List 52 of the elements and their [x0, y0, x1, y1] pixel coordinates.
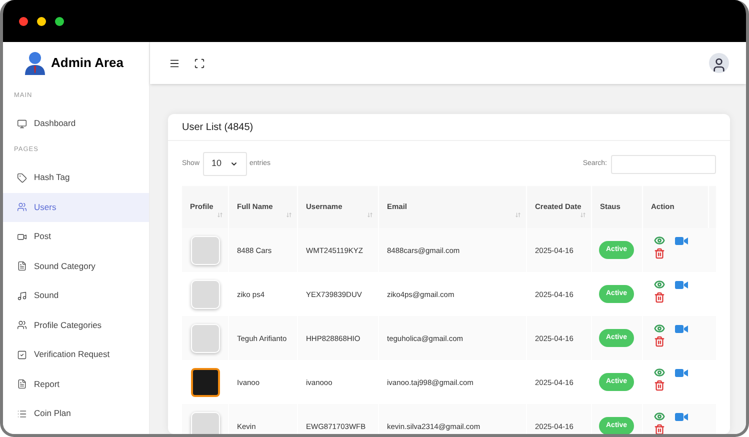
delete-icon[interactable] [654, 248, 665, 259]
video-camera-icon[interactable] [675, 368, 688, 378]
sidebar-item[interactable]: Coin Plan [3, 399, 149, 428]
sidebar-item[interactable]: Verification Request [3, 340, 149, 370]
maximize-icon[interactable] [55, 16, 64, 26]
view-icon[interactable] [654, 235, 665, 246]
view-icon[interactable] [654, 367, 665, 378]
checkbox-icon [17, 350, 27, 360]
user-icon [25, 51, 45, 75]
list-icon [17, 408, 27, 419]
menu-icon[interactable] [169, 58, 180, 68]
tag-icon [17, 172, 27, 183]
sidebar-item[interactable]: Profile Categories [3, 310, 149, 340]
delete-icon[interactable] [654, 380, 665, 391]
brand-title: Admin Area [51, 54, 124, 72]
fullscreen-icon[interactable] [194, 58, 205, 68]
avatar[interactable] [709, 53, 729, 73]
video-camera-icon[interactable] [675, 236, 688, 246]
photo-placeholder [190, 368, 220, 396]
chevron-down-icon [230, 160, 238, 168]
users-icon [17, 202, 27, 212]
person-icon [711, 57, 727, 73]
view-icon[interactable] [654, 323, 665, 334]
delete-icon[interactable] [654, 292, 665, 303]
no-image-placeholder [190, 280, 220, 308]
sidebar-item[interactable]: Sound [3, 281, 149, 310]
sidebar-item[interactable]: Post [3, 222, 149, 252]
sidebar-item[interactable]: Dashboard [3, 108, 149, 138]
users-icon [17, 320, 27, 330]
close-icon[interactable] [19, 16, 28, 26]
sidebar-item[interactable]: Users [3, 192, 149, 222]
entries-select[interactable]: 10 [202, 152, 247, 176]
view-icon[interactable] [654, 279, 665, 290]
video-camera-icon[interactable] [675, 412, 688, 422]
document-icon [17, 261, 27, 272]
sidebar-item[interactable]: Report [3, 370, 149, 399]
delete-icon[interactable] [654, 424, 665, 434]
card-title: User List (4845) [168, 114, 730, 141]
music-icon [17, 290, 27, 301]
video-icon [17, 232, 27, 242]
search-field[interactable] [611, 154, 716, 174]
no-image-placeholder [190, 236, 220, 264]
document-icon [17, 379, 27, 390]
video-camera-icon[interactable] [675, 280, 688, 290]
sidebar-item[interactable]: Hash Tag [3, 163, 149, 192]
monitor-icon [17, 118, 27, 128]
minimize-icon[interactable] [37, 16, 46, 26]
no-image-placeholder [190, 324, 220, 352]
sidebar-item[interactable]: Sound Category [3, 252, 149, 281]
view-icon[interactable] [654, 411, 665, 422]
video-camera-icon[interactable] [675, 324, 688, 334]
delete-icon[interactable] [654, 336, 665, 347]
